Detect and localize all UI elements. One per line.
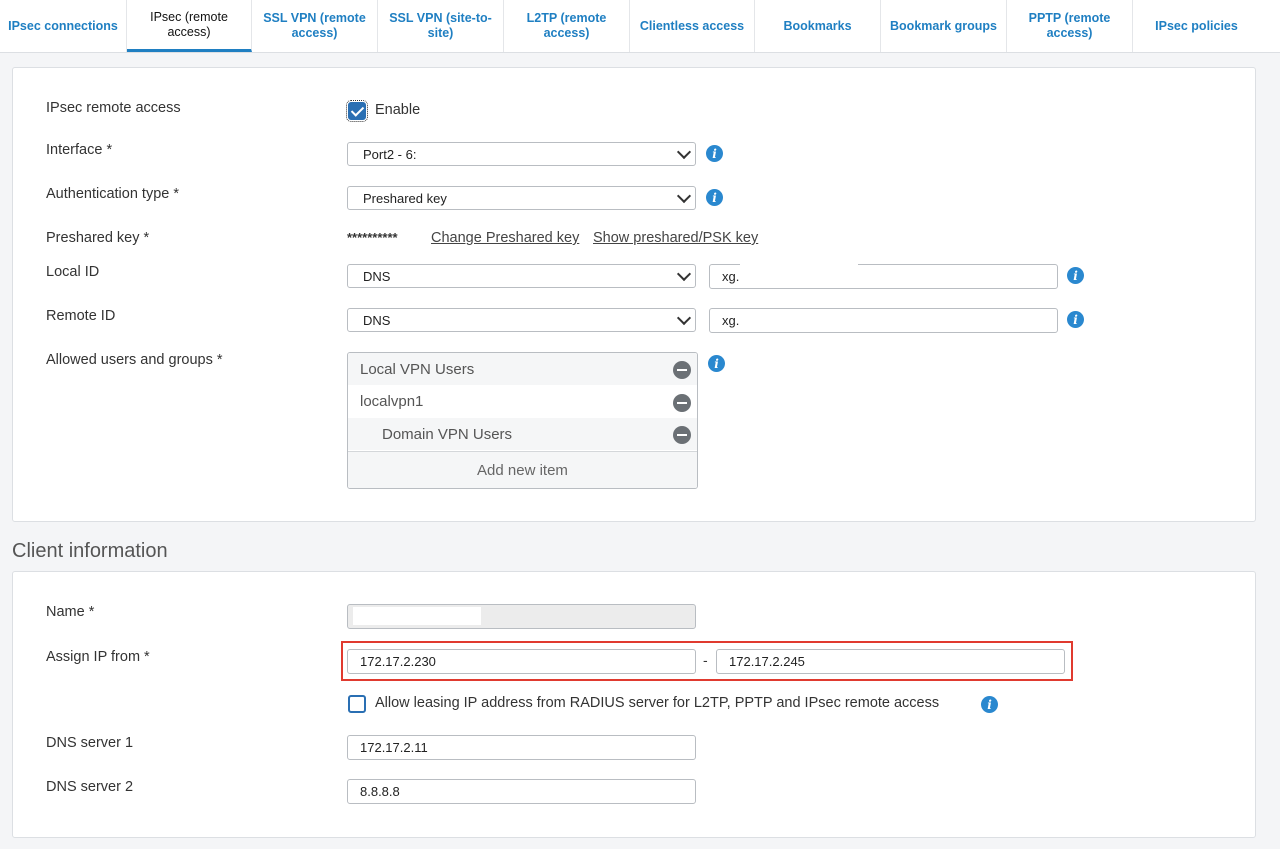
redaction-mask [740,298,858,308]
tab-clientless-access[interactable]: Clientless access [630,0,755,52]
allowed-users-label: Allowed users and groups * [46,352,223,368]
local-id-info-icon[interactable]: i [1067,267,1084,284]
check-icon [350,103,365,117]
change-psk-link[interactable]: Change Preshared key [431,230,579,246]
list-item: Local VPN Users [348,353,697,385]
tab-pptp-remote-access[interactable]: PPTP (remote access) [1007,0,1133,52]
tab-bookmarks[interactable]: Bookmarks [755,0,881,52]
auth-type-label: Authentication type * [46,186,180,202]
chevron-down-icon [676,188,692,204]
interface-info-icon[interactable]: i [706,145,723,162]
radius-lease-checkbox[interactable] [348,695,366,713]
interface-select[interactable]: Port2 - 6: [347,142,696,166]
tab-ipsec-policies[interactable]: IPsec policies [1133,0,1260,52]
chevron-down-icon [676,266,692,282]
local-id-label: Local ID [46,264,100,280]
tab-l2tp-remote-access[interactable]: L2TP (remote access) [504,0,630,52]
client-information-title: Client information [12,540,168,562]
chevron-down-icon [676,310,692,326]
add-new-item-button[interactable]: Add new item [348,451,697,488]
allowed-users-info-icon[interactable]: i [708,355,725,372]
local-id-type-select[interactable]: DNS [347,264,696,288]
redaction-mask [353,607,481,625]
remote-id-input[interactable]: xg. [709,308,1058,333]
remove-icon[interactable] [673,426,691,444]
tab-ssl-vpn-remote-access[interactable]: SSL VPN (remote access) [252,0,378,52]
enable-label: Enable [375,102,421,118]
tab-bar: IPsec connections IPsec (remote access) … [0,0,1280,53]
dns1-label: DNS server 1 [46,735,134,751]
tab-ssl-vpn-site-to-site[interactable]: SSL VPN (site-to-site) [378,0,504,52]
list-item: localvpn1 [348,385,697,417]
chevron-down-icon [676,144,692,160]
assign-ip-label: Assign IP from * [46,649,150,665]
auth-type-info-icon[interactable]: i [706,189,723,206]
redaction-mask [740,264,858,288]
list-item: Domain VPN Users [348,418,697,450]
radius-lease-label: Allow leasing IP address from RADIUS ser… [375,695,940,711]
radius-lease-info-icon[interactable]: i [981,696,998,713]
tab-bookmark-groups[interactable]: Bookmark groups [881,0,1007,52]
remote-access-label: IPsec remote access [46,100,181,116]
dns1-input[interactable]: 172.17.2.11 [347,735,696,760]
psk-masked-value: ********** [347,230,398,245]
tab-ipsec-remote-access[interactable]: IPsec (remote access) [127,0,252,52]
allowed-users-list: Local VPN Users localvpn1 Domain VPN Use… [347,352,698,489]
dns2-input[interactable]: 8.8.8.8 [347,779,696,804]
remote-id-label: Remote ID [46,308,116,324]
auth-type-select[interactable]: Preshared key [347,186,696,210]
name-label: Name * [46,604,95,620]
remote-id-type-select[interactable]: DNS [347,308,696,332]
show-psk-link[interactable]: Show preshared/PSK key [593,230,758,246]
ip-range-highlight [341,641,1073,681]
enable-checkbox[interactable] [346,100,368,122]
remote-id-info-icon[interactable]: i [1067,311,1084,328]
remove-icon[interactable] [673,361,691,379]
interface-label: Interface * [46,142,113,158]
psk-label: Preshared key * [46,230,150,246]
tab-ipsec-connections[interactable]: IPsec connections [0,0,127,52]
remove-icon[interactable] [673,394,691,412]
dns2-label: DNS server 2 [46,779,134,795]
